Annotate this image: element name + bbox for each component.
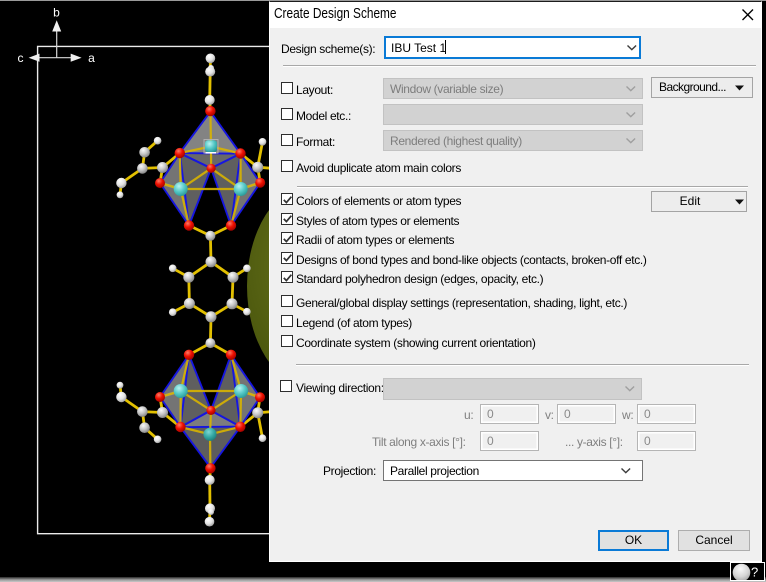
svg-text:?: ?	[751, 565, 758, 580]
svg-text:a: a	[88, 51, 95, 65]
svg-text:b: b	[53, 6, 60, 20]
svg-text:c: c	[18, 51, 24, 65]
